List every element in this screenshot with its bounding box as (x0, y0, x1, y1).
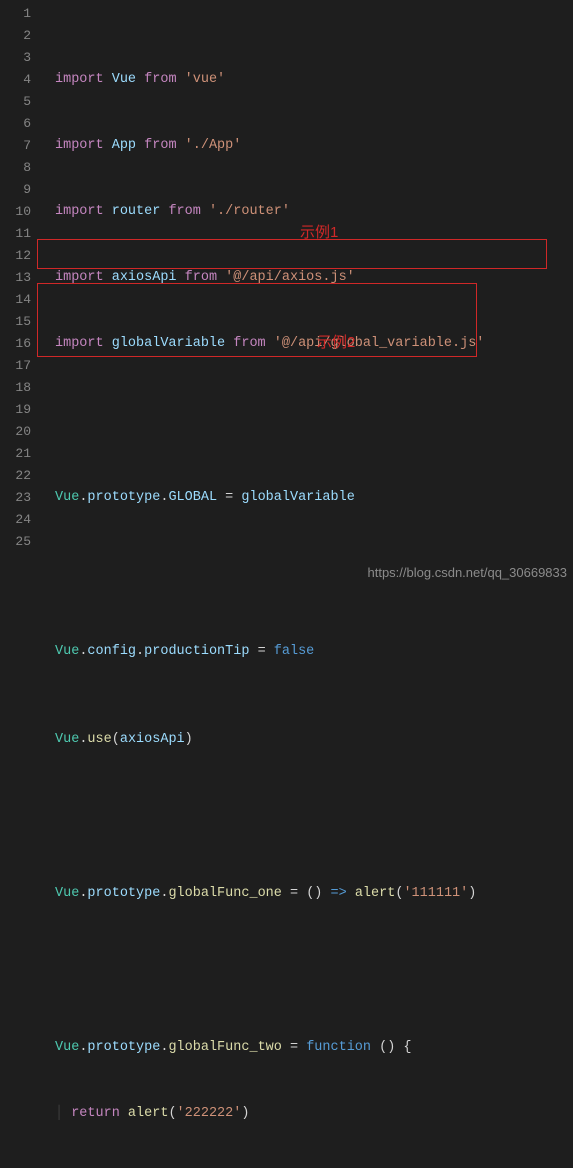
line-number: 4 (0, 69, 31, 91)
code-line: Vue.config.productionTip = false (55, 641, 573, 663)
code-line (55, 949, 573, 971)
code-line: Vue.use(axiosApi) (55, 729, 573, 751)
code-line: │ return alert('222222') (55, 1103, 573, 1125)
code-line (55, 399, 573, 421)
line-number: 3 (0, 47, 31, 69)
watermark: https://blog.csdn.net/qq_30669833 (368, 565, 568, 580)
line-number: 15 (0, 311, 31, 333)
line-number: 18 (0, 377, 31, 399)
code-line: import Vue from 'vue' (55, 69, 573, 91)
code-editor: 1 2 3 4 5 6 7 8 9 10 11 12 13 14 15 16 1… (0, 0, 573, 584)
line-number: 14 (0, 289, 31, 311)
line-number: 19 (0, 399, 31, 421)
line-number: 5 (0, 91, 31, 113)
line-number: 20 (0, 421, 31, 443)
code-line: Vue.prototype.globalFunc_two = function … (55, 1037, 573, 1059)
line-number: 24 (0, 509, 31, 531)
code-line: Vue.prototype.globalFunc_one = () => ale… (55, 883, 573, 905)
line-number: 17 (0, 355, 31, 377)
line-number: 9 (0, 179, 31, 201)
line-number: 21 (0, 443, 31, 465)
line-number: 6 (0, 113, 31, 135)
line-number: 25 (0, 531, 31, 553)
code-line: import router from './router' (55, 201, 573, 223)
line-number: 11 (0, 223, 31, 245)
line-number: 10 (0, 201, 31, 223)
code-line: import axiosApi from '@/api/axios.js' (55, 267, 573, 289)
line-number: 12 (0, 245, 31, 267)
highlight-box-1 (37, 239, 547, 269)
line-number: 22 (0, 465, 31, 487)
line-number: 23 (0, 487, 31, 509)
line-number: 2 (0, 25, 31, 47)
code-line: import globalVariable from '@/api/global… (55, 333, 573, 355)
code-area[interactable]: import Vue from 'vue' import App from '.… (45, 0, 573, 584)
line-number-gutter: 1 2 3 4 5 6 7 8 9 10 11 12 13 14 15 16 1… (0, 0, 45, 584)
code-line (55, 795, 573, 817)
line-number: 8 (0, 157, 31, 179)
line-number: 7 (0, 135, 31, 157)
code-line: import App from './App' (55, 135, 573, 157)
line-number: 16 (0, 333, 31, 355)
line-number: 13 (0, 267, 31, 289)
line-number: 1 (0, 3, 31, 25)
annotation-label-1: 示例1 (300, 222, 338, 244)
code-line: Vue.prototype.GLOBAL = globalVariable (55, 487, 573, 509)
